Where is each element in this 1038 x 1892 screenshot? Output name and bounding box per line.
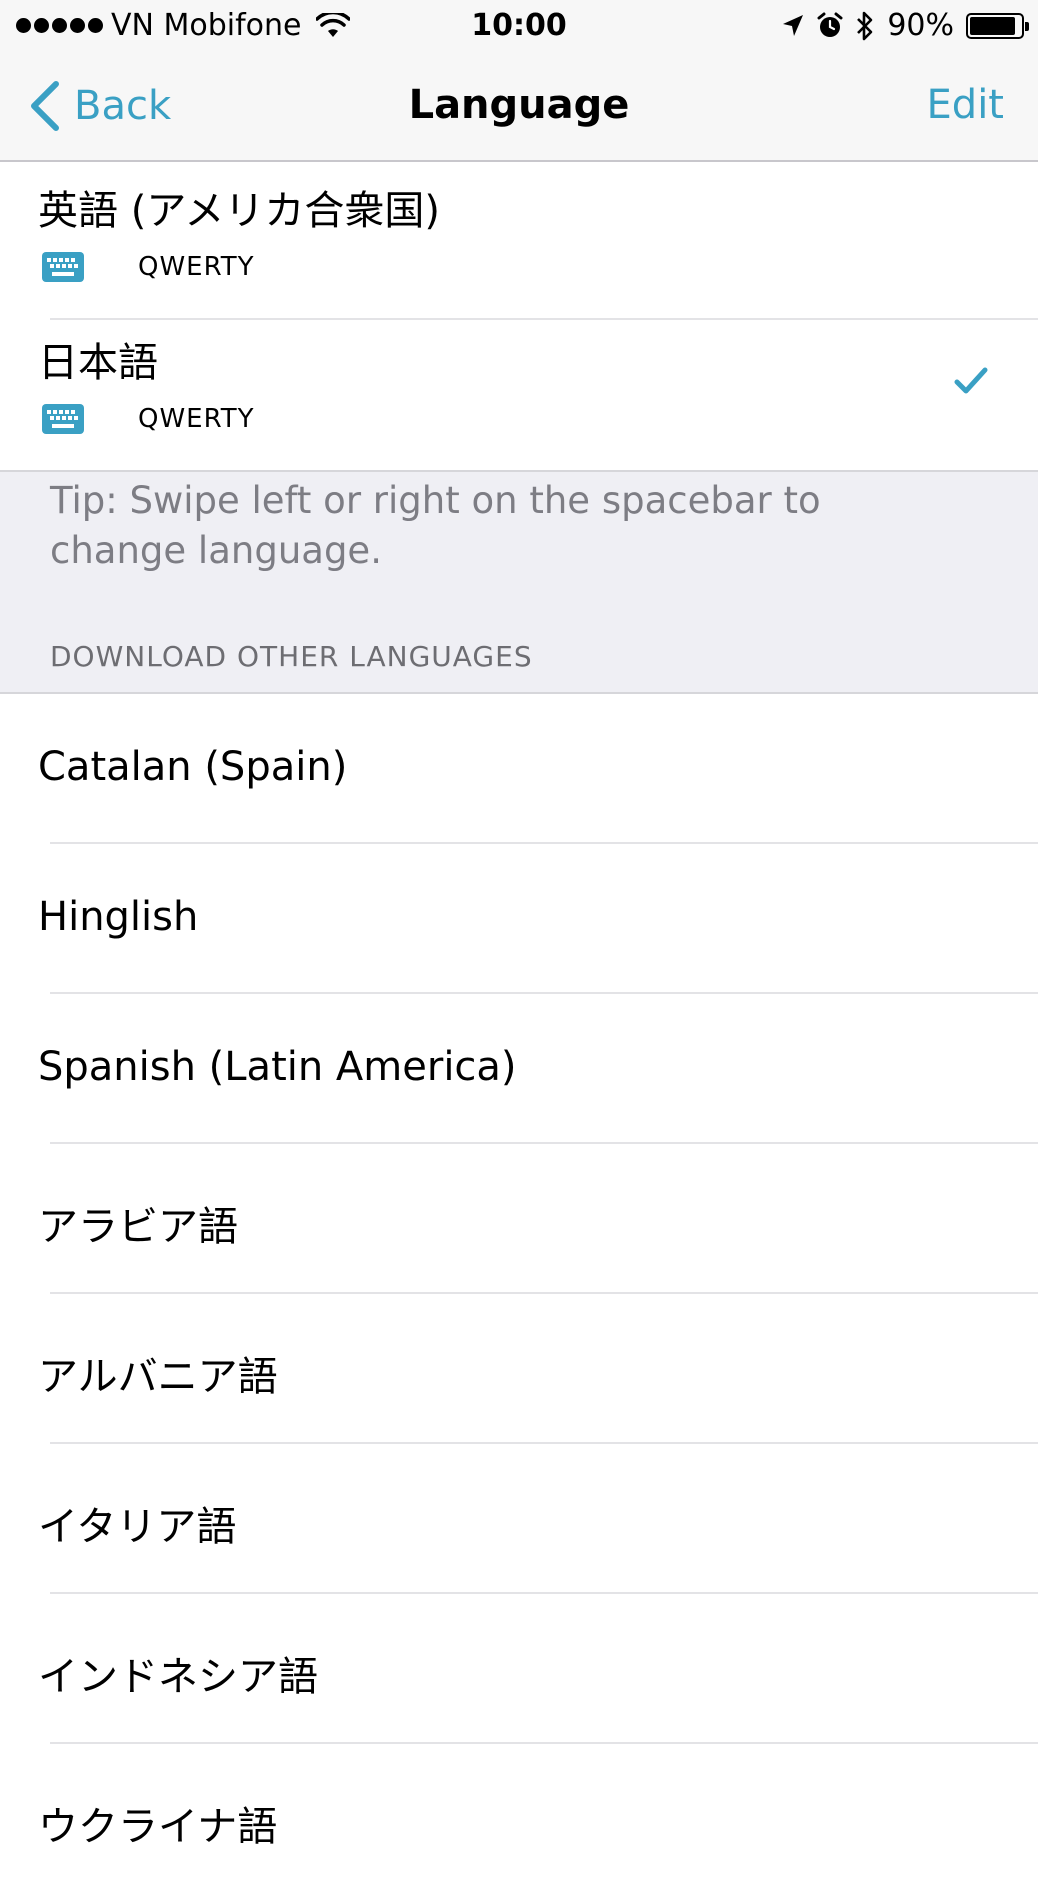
language-name: Catalan (Spain) (38, 744, 348, 790)
edit-button[interactable]: Edit (927, 82, 1004, 128)
download-language-row[interactable]: アルバニア語 (0, 1294, 1038, 1442)
language-name: イタリア語 (38, 1504, 237, 1550)
location-arrow-icon (783, 14, 804, 36)
language-name: インドネシア語 (38, 1654, 318, 1700)
tip-text: Tip: Swipe left or right on the spacebar… (50, 479, 821, 572)
checkmark-icon (954, 367, 988, 394)
download-language-row[interactable]: ウクライナ語 (0, 1744, 1038, 1892)
download-language-row[interactable]: インドネシア語 (0, 1594, 1038, 1742)
language-name: Hinglish (38, 894, 199, 940)
bluetooth-icon (857, 11, 873, 40)
enabled-language-row[interactable]: 日本語 QWERTY (0, 320, 1038, 470)
alarm-icon (817, 12, 843, 37)
section-header: DOWNLOAD OTHER LANGUAGES (50, 640, 533, 673)
group-footer: Tip: Swipe left or right on the spacebar… (0, 472, 1038, 692)
download-language-row[interactable]: Catalan (Spain) (0, 694, 1038, 842)
download-language-row[interactable]: アラビア語 (0, 1144, 1038, 1292)
status-right: 90% (781, 8, 1029, 43)
enabled-language-row[interactable]: 英語 (アメリカ合衆国) QWERTY (0, 168, 1038, 318)
status-bar: VN Mobifone 10:00 90% (0, 0, 1038, 52)
language-name: Spanish (Latin America) (38, 1044, 517, 1090)
language-name: アラビア語 (38, 1204, 238, 1250)
language-name: アルバニア語 (38, 1354, 278, 1400)
language-name: ウクライナ語 (38, 1804, 278, 1850)
language-list: 英語 (アメリカ合衆国) QWERTY 日本語 QWERTY Tip: Swip… (0, 168, 1038, 1892)
language-name: 日本語 (38, 340, 158, 386)
battery-percentage: 90% (887, 8, 954, 43)
keyboard-layout-label: QWERTY (138, 252, 255, 282)
navigation-bar: Back Language Edit (0, 52, 1038, 162)
keyboard-layout-label: QWERTY (138, 404, 255, 434)
keyboard-icon (42, 404, 84, 434)
download-language-row[interactable]: Spanish (Latin America) (0, 994, 1038, 1142)
page-title: Language (408, 82, 630, 128)
language-name: 英語 (アメリカ合衆国) (38, 188, 440, 234)
keyboard-icon (42, 252, 84, 282)
download-language-row[interactable]: イタリア語 (0, 1444, 1038, 1592)
battery-icon (966, 12, 1029, 39)
download-language-row[interactable]: Hinglish (0, 844, 1038, 992)
